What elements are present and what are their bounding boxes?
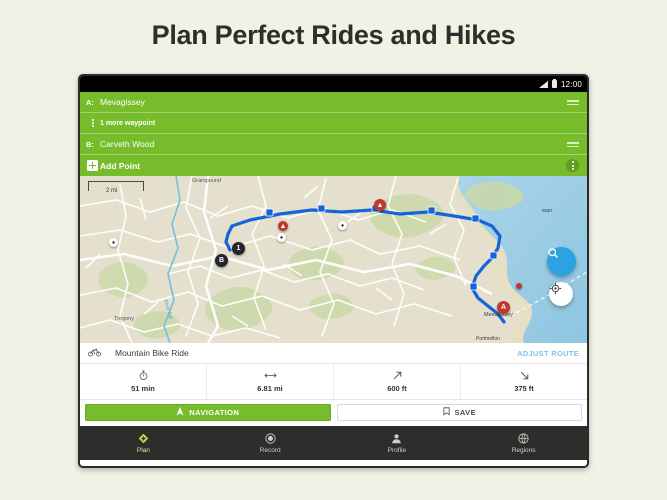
nav-label-record: Record xyxy=(259,446,281,454)
stat-ascent-value: 600 ft xyxy=(387,384,407,393)
nav-item-record[interactable]: Record xyxy=(207,426,334,460)
stat-duration-value: 51 min xyxy=(131,384,155,393)
map-canvas: Grampound Tregony River Fal Mevagissey P… xyxy=(80,176,587,343)
nav-item-regions[interactable]: Regions xyxy=(460,426,587,460)
activity-name: Mountain Bike Ride xyxy=(115,348,189,358)
nav-label-regions: Regions xyxy=(511,446,536,454)
map-marker-waypoint-1[interactable]: 1 xyxy=(232,242,245,255)
map-poi-icon[interactable]: ● xyxy=(109,238,118,247)
map-label-grampound: Grampound xyxy=(192,178,221,184)
map-small-marker[interactable] xyxy=(516,283,522,289)
waypoint-row-a[interactable]: A: Mevagissey xyxy=(80,92,587,113)
map-label-mevagissey: Mevagissey xyxy=(484,312,513,318)
waypoint-badge-a: A: xyxy=(86,97,94,107)
action-buttons: NAVIGATION SAVE xyxy=(80,400,587,426)
waypoint-label-a: Mevagissey xyxy=(100,97,145,107)
map-marker-waypoint-b[interactable]: B xyxy=(215,254,228,267)
nav-item-plan[interactable]: Plan xyxy=(80,426,207,460)
map-view[interactable]: Grampound Tregony River Fal Mevagissey P… xyxy=(80,176,587,343)
stat-distance: 6.81 mi xyxy=(207,364,334,399)
promo-screenshot: Plan Perfect Rides and Hikes 12:00 A: Me… xyxy=(0,0,667,500)
waypoint-panel: A: Mevagissey 1 more waypoint B: Carveth… xyxy=(80,92,587,176)
navigation-button-label: NAVIGATION xyxy=(189,408,240,417)
waypoint-row-more[interactable]: 1 more waypoint xyxy=(80,113,587,134)
nav-label-plan: Plan xyxy=(136,446,150,454)
map-warning-marker[interactable]: ▲ xyxy=(278,221,288,231)
search-icon[interactable] xyxy=(547,247,576,276)
map-label-tregony: Tregony xyxy=(114,316,134,322)
map-poi-icon[interactable]: ● xyxy=(277,233,286,242)
stat-descent: 375 ft xyxy=(461,364,587,399)
adjust-route-button[interactable]: ADJUST ROUTE xyxy=(517,349,579,358)
more-waypoints-icon xyxy=(86,118,100,128)
map-marker-waypoint-a[interactable]: A xyxy=(497,301,510,314)
waypoint-row-b[interactable]: B: Carveth Wood xyxy=(80,134,587,155)
record-circle-icon xyxy=(264,433,276,445)
waypoint-label-b: Carveth Wood xyxy=(100,139,155,149)
add-point-row[interactable]: Add Point xyxy=(80,155,587,176)
bottom-navigation: Plan Record Profile Regions xyxy=(80,426,587,460)
page-title: Plan Perfect Rides and Hikes xyxy=(151,20,516,50)
stat-distance-value: 6.81 mi xyxy=(257,384,283,393)
locate-me-icon[interactable] xyxy=(549,282,573,306)
stopwatch-icon xyxy=(138,370,149,381)
route-details-header: Mountain Bike Ride ADJUST ROUTE xyxy=(80,343,587,364)
signal-icon xyxy=(538,80,548,88)
diamond-plan-icon xyxy=(138,433,149,445)
drag-handle-icon[interactable] xyxy=(567,140,579,148)
arrow-up-right-icon xyxy=(392,370,403,381)
plus-icon xyxy=(87,160,98,171)
stat-descent-value: 375 ft xyxy=(514,384,534,393)
map-label-pentewan: wan xyxy=(541,208,552,214)
status-bar: 12:00 xyxy=(80,76,587,92)
drag-handle-icon[interactable] xyxy=(567,98,579,106)
device-frame: 12:00 A: Mevagissey 1 more waypoint B: C… xyxy=(78,74,589,468)
bookmark-icon xyxy=(442,407,450,418)
navigation-arrow-icon xyxy=(176,407,184,418)
battery-icon xyxy=(551,78,557,88)
person-icon xyxy=(391,433,402,445)
navigation-button[interactable]: NAVIGATION xyxy=(85,404,331,421)
save-button-label: SAVE xyxy=(454,408,476,417)
map-label-portmellon: Portmellon xyxy=(476,336,500,342)
stat-ascent: 600 ft xyxy=(334,364,461,399)
map-scale-label: 2 mi xyxy=(106,188,118,194)
route-details-panel: Mountain Bike Ride ADJUST ROUTE 51 min 6… xyxy=(80,343,587,426)
add-point-label: Add Point xyxy=(100,160,141,171)
distance-arrows-icon xyxy=(263,370,277,381)
status-bar-time: 12:00 xyxy=(560,79,582,89)
stat-duration: 51 min xyxy=(80,364,207,399)
device-screen: 12:00 A: Mevagissey 1 more waypoint B: C… xyxy=(80,76,587,466)
nav-label-profile: Profile xyxy=(387,446,407,454)
waypoint-label-more: 1 more waypoint xyxy=(100,119,156,127)
map-poi-icon[interactable]: ● xyxy=(338,221,347,230)
nav-item-profile[interactable]: Profile xyxy=(334,426,461,460)
mountain-bike-icon xyxy=(88,344,101,362)
arrow-down-right-icon xyxy=(519,370,530,381)
globe-icon xyxy=(518,433,529,445)
overflow-menu-icon[interactable] xyxy=(566,159,579,172)
waypoint-badge-b: B: xyxy=(86,139,94,149)
route-stats: 51 min 6.81 mi 600 ft 375 ft xyxy=(80,364,587,400)
map-warning-marker[interactable]: ▲ xyxy=(374,199,386,211)
save-button[interactable]: SAVE xyxy=(336,404,582,421)
